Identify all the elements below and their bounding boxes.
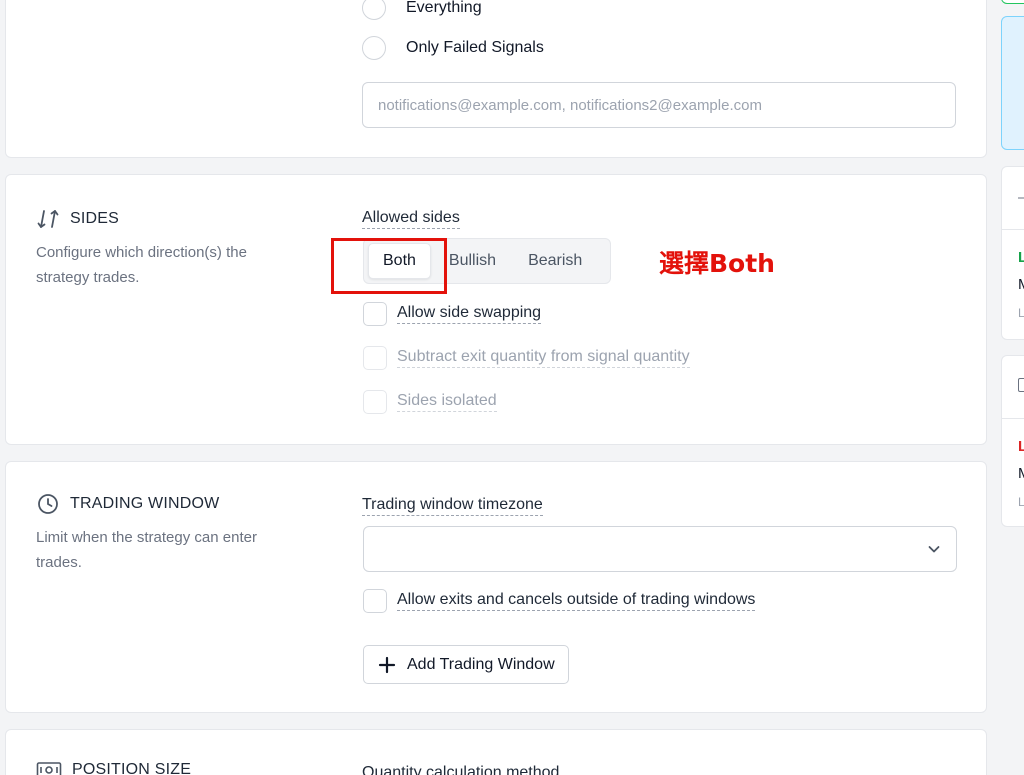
checkbox-box[interactable]	[363, 589, 387, 613]
right-panel-glyph: L	[1018, 495, 1024, 509]
add-trading-window-button[interactable]: Add Trading Window	[363, 645, 569, 684]
position-size-card: POSITION SIZE Quantity calculation metho…	[5, 729, 987, 775]
radio-circle[interactable]	[362, 36, 386, 60]
timezone-label: Trading window timezone	[362, 496, 543, 516]
checkbox-label: Allow side swapping	[397, 304, 542, 324]
allow-side-swapping-checkbox[interactable]: Allow side swapping	[363, 302, 542, 326]
annotation-highlight-box	[331, 238, 447, 294]
checkbox-label: Subtract exit quantity from signal quant…	[397, 348, 690, 368]
trading-window-header: TRADING WINDOW	[36, 492, 296, 516]
subtract-exit-quantity-checkbox: Subtract exit quantity from signal quant…	[363, 346, 690, 370]
radio-label: Everything	[406, 0, 482, 16]
timezone-select[interactable]	[363, 526, 957, 572]
checkbox-box	[363, 346, 387, 370]
clock-icon	[38, 494, 58, 514]
sides-isolated-checkbox: Sides isolated	[363, 390, 497, 414]
radio-label: Only Failed Signals	[406, 39, 544, 56]
section-title: SIDES	[70, 210, 120, 227]
add-button-label: Add Trading Window	[407, 655, 555, 673]
trading-window-card: TRADING WINDOW Limit when the strategy c…	[5, 461, 987, 713]
checkbox-box[interactable]	[363, 302, 387, 326]
right-panel-glyph: M	[1018, 465, 1024, 482]
sides-card: SIDES Configure which direction(s) the s…	[5, 174, 987, 445]
right-panel-glyph: L	[1018, 438, 1024, 455]
section-title: POSITION SIZE	[72, 761, 192, 775]
right-panel-glyph: L	[1018, 306, 1024, 320]
section-description: Limit when the strategy can enter trades…	[36, 529, 257, 571]
allow-exits-outside-windows-checkbox[interactable]: Allow exits and cancels outside of tradi…	[363, 589, 756, 613]
notifications-card	[5, 0, 987, 158]
square-icon	[1018, 378, 1024, 392]
notification-email-input[interactable]	[362, 82, 956, 128]
radio-everything[interactable]: Everything	[362, 0, 482, 20]
right-panel-glyph: L	[1018, 249, 1024, 266]
right-panel-card-1: — L M L	[1001, 166, 1024, 340]
annotation-text: 選擇Both	[659, 249, 775, 278]
checkbox-label: Allow exits and cancels outside of tradi…	[397, 591, 756, 611]
checkbox-box	[363, 390, 387, 414]
sides-header: SIDES	[36, 207, 296, 231]
right-panel-info-card	[1001, 16, 1024, 150]
right-panel-card-2: L M L	[1001, 355, 1024, 527]
right-panel-glyph: —	[1018, 189, 1024, 206]
allowed-sides-label: Allowed sides	[362, 209, 460, 229]
chevron-down-icon	[928, 546, 940, 553]
banknote-icon	[36, 762, 62, 775]
plus-icon	[378, 656, 396, 673]
quantity-method-label: Quantity calculation method	[362, 764, 559, 775]
right-panel-glyph: M	[1018, 276, 1024, 293]
arrows-up-down-icon	[37, 210, 59, 228]
position-size-header: POSITION SIZE	[36, 760, 296, 775]
section-description: Configure which direction(s) the strateg…	[36, 244, 247, 286]
section-title: TRADING WINDOW	[70, 495, 220, 512]
radio-only-failed-signals[interactable]: Only Failed Signals	[362, 36, 544, 60]
radio-circle[interactable]	[362, 0, 386, 20]
side-option-bearish[interactable]: Bearish	[514, 243, 596, 279]
right-panel-top-card	[1001, 0, 1024, 4]
checkbox-label: Sides isolated	[397, 392, 497, 412]
